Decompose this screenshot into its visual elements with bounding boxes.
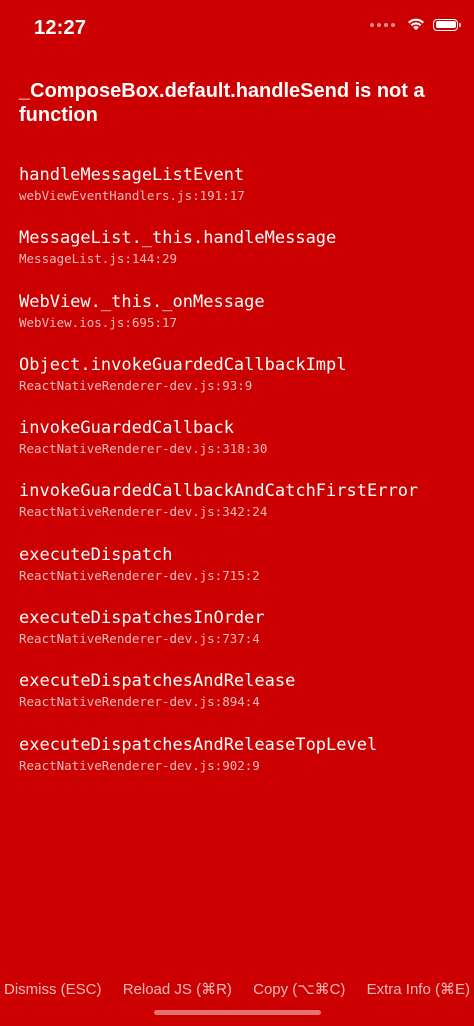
dismiss-button[interactable]: Dismiss (ESC): [4, 981, 102, 998]
stack-frame-method: invokeGuardedCallback: [19, 418, 234, 439]
stack-frame-location: WebView.ios.js:695:17: [19, 314, 178, 330]
redbox-toolbar: Dismiss (ESC) Reload JS (⌘R) Copy (⌥⌘C) …: [0, 976, 474, 1002]
stack-frame-method: handleMessageListEvent: [19, 165, 245, 185]
stack-frame[interactable]: executeDispatchesAndReleaseTopLevel Reac…: [19, 734, 464, 797]
stack-frame-method: executeDispatchesInOrder: [19, 608, 265, 629]
stack-frame-location: ReactNativeRenderer-dev.js:318:30: [19, 441, 268, 457]
stack-frame-location: ReactNativeRenderer-dev.js:715:2: [19, 567, 260, 583]
copy-button[interactable]: Copy (⌥⌘C): [253, 980, 345, 998]
stack-frame[interactable]: Object.invokeGuardedCallbackImpl ReactNa…: [19, 354, 464, 417]
stack-trace-list: handleMessageListEvent webViewEventHandl…: [19, 164, 464, 797]
stack-frame[interactable]: executeDispatchesAndRelease ReactNativeR…: [19, 670, 464, 733]
stack-frame-location: ReactNativeRenderer-dev.js:93:9: [19, 377, 253, 393]
stack-frame[interactable]: executeDispatchesInOrder ReactNativeRend…: [19, 607, 464, 670]
status-bar: 12:27: [0, 0, 474, 54]
stack-frame-method: WebView._this._onMessage: [19, 291, 265, 312]
battery-icon: [433, 18, 461, 31]
stack-frame-method: MessageList._this.handleMessage: [19, 228, 337, 249]
stack-frame[interactable]: invokeGuardedCallbackAndCatchFirstError …: [19, 480, 464, 543]
stack-frame-location: ReactNativeRenderer-dev.js:902:9: [19, 757, 260, 773]
stack-frame-method: executeDispatchesAndReleaseTopLevel: [19, 734, 378, 755]
stack-frame-location: MessageList.js:144:29: [19, 251, 178, 267]
status-icons: [370, 18, 461, 31]
stack-frame-location: webViewEventHandlers.js:191:17: [19, 188, 245, 203]
stack-frame-location: ReactNativeRenderer-dev.js:342:24: [19, 504, 268, 520]
stack-frame-location: ReactNativeRenderer-dev.js:894:4: [19, 694, 260, 710]
stack-frame[interactable]: handleMessageListEvent webViewEventHandl…: [19, 164, 464, 227]
stack-frame-method: Object.invokeGuardedCallbackImpl: [19, 354, 347, 375]
stack-frame-method: executeDispatch: [19, 544, 173, 565]
stack-frame[interactable]: invokeGuardedCallback ReactNativeRendere…: [19, 417, 464, 480]
extra-info-button[interactable]: Extra Info (⌘E): [367, 980, 470, 998]
error-message: _ComposeBox.default.handleSend is not a …: [19, 80, 425, 126]
stack-frame-method: invokeGuardedCallbackAndCatchFirstError: [19, 481, 419, 502]
stack-frame[interactable]: MessageList._this.handleMessage MessageL…: [19, 227, 464, 290]
stack-frame[interactable]: WebView._this._onMessage WebView.ios.js:…: [19, 291, 464, 354]
wifi-icon: [408, 18, 424, 31]
stack-frame-location: ReactNativeRenderer-dev.js:737:4: [19, 631, 260, 647]
cellular-dots-icon: [370, 22, 395, 27]
status-time: 12:27: [34, 17, 87, 39]
reload-js-button[interactable]: Reload JS (⌘R): [123, 980, 232, 998]
home-indicator[interactable]: [154, 1010, 321, 1015]
stack-frame-method: executeDispatchesAndRelease: [19, 671, 296, 692]
stack-frame[interactable]: executeDispatch ReactNativeRenderer-dev.…: [19, 544, 464, 607]
